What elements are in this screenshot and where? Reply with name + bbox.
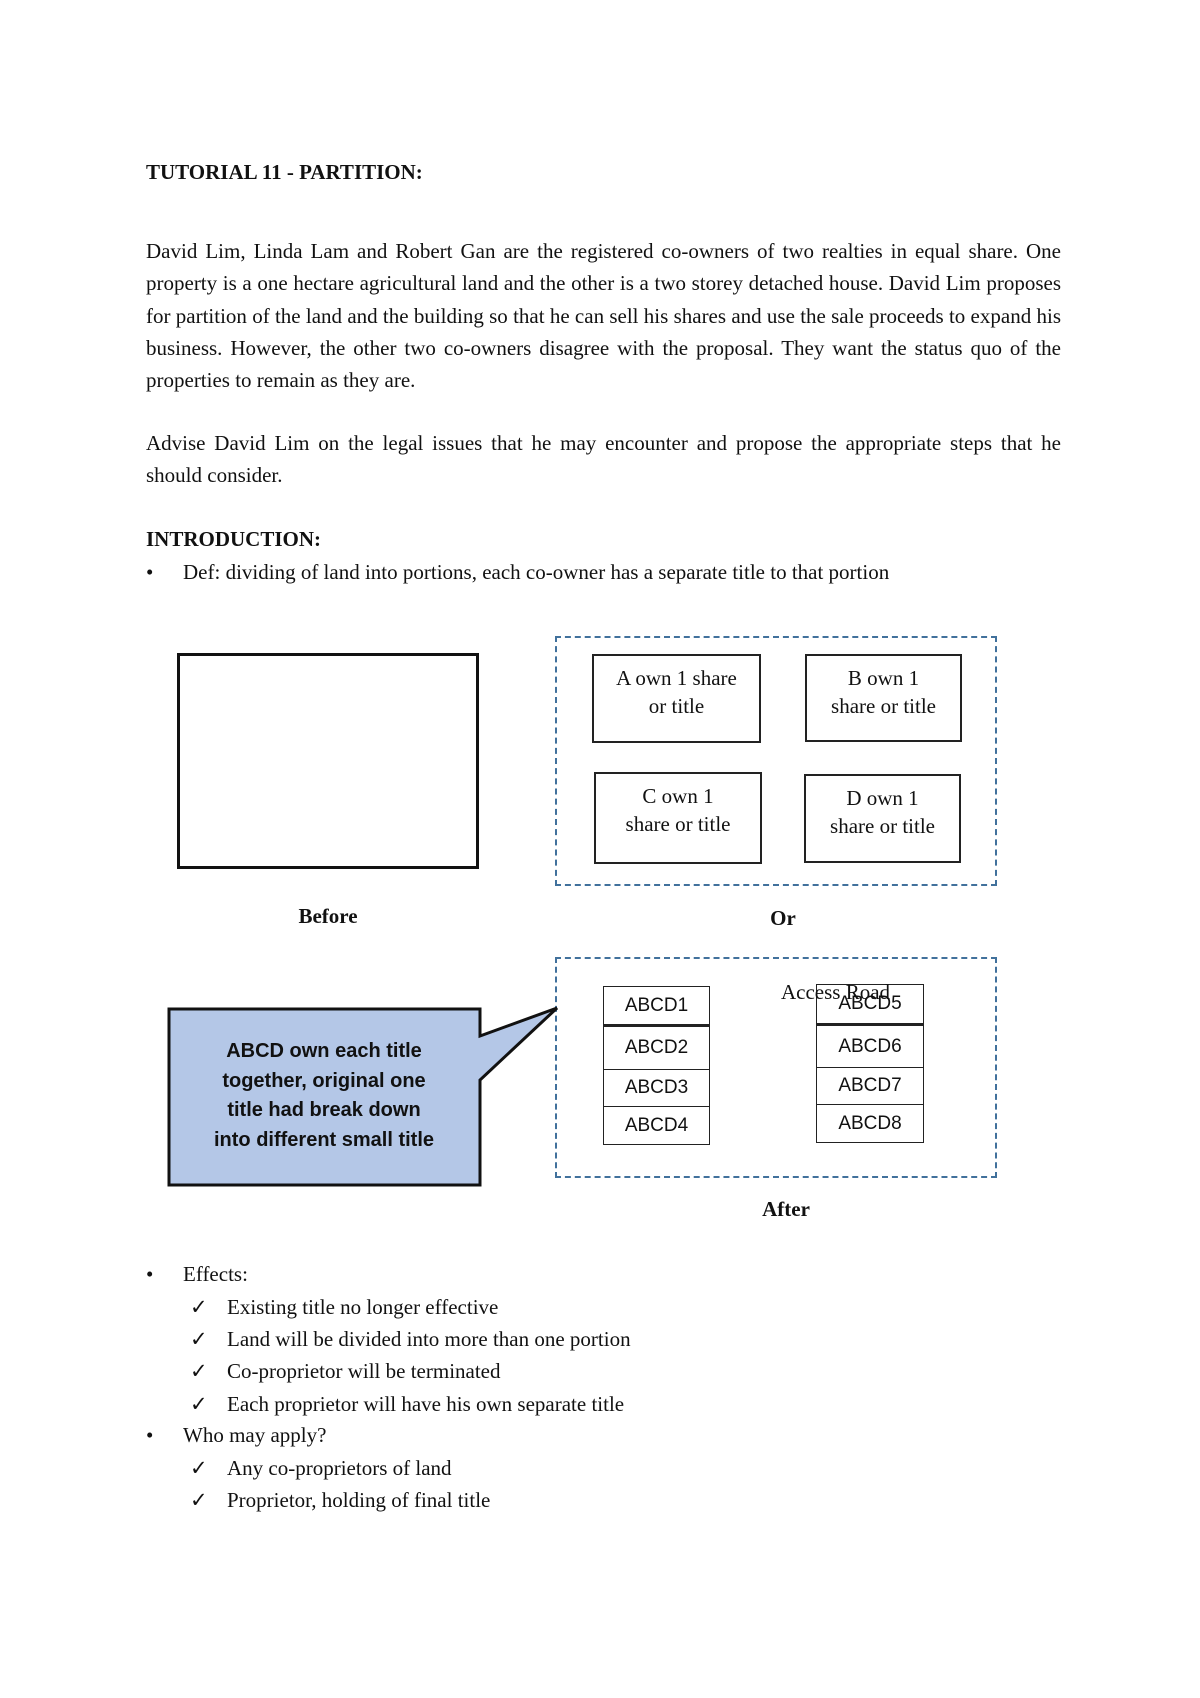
check-icon: ✓ [190,1488,208,1512]
bullet-icon: • [146,560,154,584]
lot-abcd4: ABCD4 [603,1106,710,1145]
effect-item: Land will be divided into more than one … [227,1327,631,1351]
bullet-icon: • [146,1262,154,1286]
bullet-icon: • [146,1423,154,1447]
introduction-heading: INTRODUCTION: [146,527,322,551]
effect-item: Co-proprietor will be terminated [227,1359,501,1383]
advise-paragraph: Advise David Lim on the legal issues tha… [146,431,1061,488]
after-label: After [762,1197,810,1221]
check-icon: ✓ [190,1327,208,1351]
or-label: Or [770,906,796,930]
callout-text: ABCD own each title together, original on… [213,1040,435,1151]
before-label: Before [298,904,358,928]
share-box-a: A own 1 share or title [592,654,761,743]
share-box-d: D own 1 share or title [804,774,961,863]
who-item: Any co-proprietors of land [227,1456,452,1480]
share-box-c: C own 1 share or title [594,772,762,864]
lot-abcd6: ABCD6 [816,1025,924,1068]
page-title: TUTORIAL 11 - PARTITION: [146,160,423,184]
access-road-label: Access Road [781,980,891,1004]
who-item: Proprietor, holding of final title [227,1488,491,1512]
share-box-b: B own 1 share or title [805,654,962,742]
problem-paragraph: David Lim, Linda Lam and Robert Gan are … [146,239,1061,393]
who-label: Who may apply? [183,1423,327,1447]
check-icon: ✓ [190,1392,208,1416]
effect-item: Each proprietor will have his own separa… [227,1392,625,1416]
definition-text: Def: dividing of land into portions, eac… [183,560,890,584]
check-icon: ✓ [190,1359,208,1383]
lot-abcd3: ABCD3 [603,1069,710,1107]
lot-abcd8: ABCD8 [816,1104,924,1143]
lot-abcd1: ABCD1 [603,986,710,1027]
check-icon: ✓ [190,1295,208,1319]
effect-item: Existing title no longer effective [227,1295,499,1319]
effects-label: Effects: [183,1262,248,1286]
before-land-box [177,653,479,869]
lot-abcd2: ABCD2 [603,1026,710,1070]
lot-abcd7: ABCD7 [816,1067,924,1105]
check-icon: ✓ [190,1456,208,1480]
